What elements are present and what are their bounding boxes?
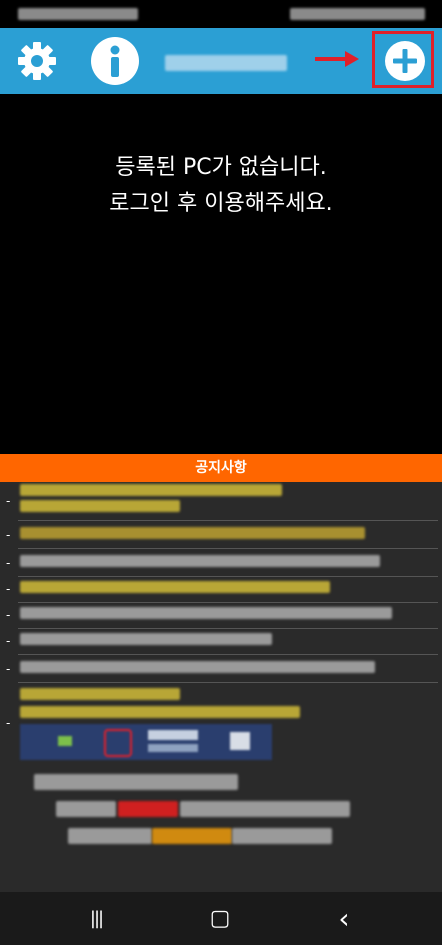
status-bar xyxy=(0,0,442,28)
empty-message-line2: 로그인 후 이용해주세요. xyxy=(109,191,333,216)
info-icon xyxy=(91,37,139,85)
recent-apps-button[interactable]: ||| xyxy=(66,900,126,936)
settings-button[interactable] xyxy=(14,38,60,84)
highlight-box xyxy=(372,31,434,88)
arrow-right-icon xyxy=(315,51,359,67)
info-button[interactable] xyxy=(88,34,142,88)
notice-header: 공지사항 xyxy=(0,454,442,482)
gear-icon xyxy=(18,42,56,80)
notice-image xyxy=(20,724,272,760)
back-button[interactable]: ‹ xyxy=(314,900,374,936)
notice-list[interactable]: - - - - - - - - xyxy=(0,482,442,892)
empty-state-message: 등록된 PC가 없습니다. 로그인 후 이용해주세요. xyxy=(0,150,442,222)
empty-message-line1: 등록된 PC가 없습니다. xyxy=(115,155,327,180)
app-title xyxy=(165,55,287,71)
system-nav-bar: ||| ▢ ‹ xyxy=(0,892,442,945)
home-button[interactable]: ▢ xyxy=(190,900,250,936)
